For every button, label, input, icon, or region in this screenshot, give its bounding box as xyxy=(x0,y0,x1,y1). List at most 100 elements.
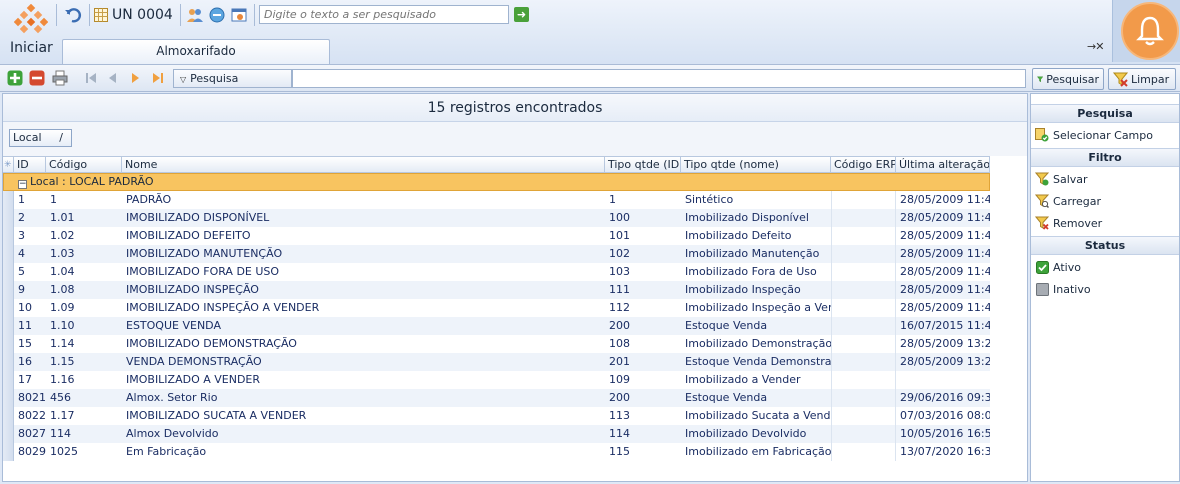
table-row[interactable]: 15 1.14 IMOBILIZADO DEMONSTRAÇÃO 108 Imobili… xyxy=(3,335,990,353)
table-row[interactable]: 8027 114 Almox Devolvido 114 Imobilizado Dev… xyxy=(3,425,990,443)
add-record-icon[interactable] xyxy=(6,70,23,86)
group-by-chip-local[interactable]: Local / xyxy=(9,129,72,147)
cell-tipo-nome: Estoque Venda Demonstração xyxy=(685,355,831,368)
carregar-filter-button[interactable]: Carregar xyxy=(1035,192,1101,210)
grid-corner-icon[interactable]: ✳ xyxy=(3,156,14,173)
sort-indicator: / xyxy=(59,131,63,144)
row-selector[interactable] xyxy=(3,425,14,443)
row-selector[interactable] xyxy=(3,209,14,227)
next-record-icon[interactable] xyxy=(126,70,143,86)
table-row[interactable]: 8021 456 Almox. Setor Rio 200 Estoque Venda 2… xyxy=(3,389,990,407)
cell-nome: Almox Devolvido xyxy=(126,427,219,440)
row-selector[interactable] xyxy=(3,371,14,389)
notification-area xyxy=(1112,0,1180,62)
previous-record-icon[interactable] xyxy=(104,70,121,86)
row-selector[interactable] xyxy=(3,299,14,317)
cell-ultima-alteracao: 28/05/2009 11:45: xyxy=(900,193,990,206)
chevron-down-icon: ▽ xyxy=(180,75,187,84)
status-ativo-option[interactable]: Ativo xyxy=(1035,258,1081,276)
cell-nome: IMOBILIZADO FORA DE USO xyxy=(126,265,280,278)
column-header-id[interactable]: ID xyxy=(14,156,46,173)
pesquisar-button[interactable]: Pesquisar xyxy=(1032,68,1104,90)
group-row-local[interactable]: − Local : LOCAL PADRÃO xyxy=(3,173,990,191)
check-active-icon xyxy=(1035,260,1049,274)
cell-codigo: 1.08 xyxy=(50,283,75,296)
table-row[interactable]: 2 1.01 IMOBILIZADO DISPONÍVEL 100 Imobilizad… xyxy=(3,209,990,227)
column-header-tipo-id[interactable]: Tipo qtde (ID) xyxy=(605,156,681,173)
global-search-input[interactable] xyxy=(259,5,509,24)
cell-id: 10 xyxy=(18,301,32,314)
cell-codigo-erp xyxy=(831,443,896,461)
column-header-tipo-nome[interactable]: Tipo qtde (nome) xyxy=(681,156,831,173)
tab-almoxarifado[interactable]: Almoxarifado xyxy=(62,39,330,64)
cell-tipo-id: 201 xyxy=(609,355,630,368)
table-row[interactable]: 16 1.15 VENDA DEMONSTRAÇÃO 201 Estoque Venda… xyxy=(3,353,990,371)
limpar-button[interactable]: Limpar xyxy=(1108,68,1176,90)
cell-nome: IMOBILIZADO INSPEÇÃO xyxy=(126,283,259,296)
pesquisar-label: Pesquisar xyxy=(1046,72,1099,86)
remover-filter-button[interactable]: Remover xyxy=(1035,214,1102,232)
table-row[interactable]: 11 1.10 ESTOQUE VENDA 200 Estoque Venda 16/07… xyxy=(3,317,990,335)
status-inativo-option[interactable]: Inativo xyxy=(1035,280,1091,298)
table-row[interactable]: 1 1 PADRÃO 1 Sintético 28/05/2009 11:45: xyxy=(3,191,990,209)
cell-id: 9 xyxy=(18,283,25,296)
column-header-nome[interactable]: Nome xyxy=(122,156,605,173)
search-go-arrow-icon[interactable]: ➜ xyxy=(514,7,529,22)
group-by-panel: Local / xyxy=(3,122,1027,156)
row-selector[interactable] xyxy=(3,227,14,245)
search-value-input[interactable] xyxy=(292,69,1026,88)
row-selector[interactable] xyxy=(3,263,14,281)
users-icon[interactable] xyxy=(185,5,205,25)
first-record-icon[interactable] xyxy=(82,70,99,86)
cell-nome: IMOBILIZADO DEMONSTRAÇÃO xyxy=(126,337,297,350)
cell-tipo-id: 114 xyxy=(609,427,630,440)
table-row[interactable]: 17 1.16 IMOBILIZADO A VENDER 109 Imobilizado… xyxy=(3,371,990,389)
cell-codigo: 1.14 xyxy=(50,337,75,350)
column-header-codigo-erp[interactable]: Código ERP xyxy=(831,156,896,173)
row-selector[interactable] xyxy=(3,443,14,461)
top-ribbon: Iniciar UN 0004 ➜ Almoxarifado →✕ xyxy=(0,0,1180,64)
window-settings-icon[interactable] xyxy=(229,5,249,25)
table-row[interactable]: 5 1.04 IMOBILIZADO FORA DE USO 103 Imobiliza… xyxy=(3,263,990,281)
table-row[interactable]: 10 1.09 IMOBILIZADO INSPEÇÃO A VENDER 112 Im… xyxy=(3,299,990,317)
close-tab-icon[interactable]: →✕ xyxy=(1087,40,1104,53)
table-row[interactable]: 4 1.03 IMOBILIZADO MANUTENÇÃO 102 Imobilizad… xyxy=(3,245,990,263)
row-selector[interactable] xyxy=(3,317,14,335)
app-logo-icon[interactable] xyxy=(13,3,49,38)
row-selector[interactable] xyxy=(3,389,14,407)
last-record-icon[interactable] xyxy=(149,70,166,86)
cell-id: 5 xyxy=(18,265,25,278)
row-selector[interactable] xyxy=(3,191,14,209)
row-selector[interactable] xyxy=(3,407,14,425)
cell-tipo-id: 109 xyxy=(609,373,630,386)
cell-id: 16 xyxy=(18,355,32,368)
table-row[interactable]: 8029 1025 Em Fabricação 115 Imobilizado em F… xyxy=(3,443,990,461)
cell-tipo-nome: Imobilizado Fora de Uso xyxy=(685,265,817,278)
cell-codigo: 456 xyxy=(50,391,71,404)
table-row[interactable]: 3 1.02 IMOBILIZADO DEFEITO 101 Imobilizado D… xyxy=(3,227,990,245)
row-selector[interactable] xyxy=(3,353,14,371)
filter-icon xyxy=(1037,76,1044,82)
column-header-ultima-alteracao[interactable]: Última alteração xyxy=(896,156,990,173)
table-row[interactable]: 8022 1.17 IMOBILIZADO SUCATA A VENDER 113 Im… xyxy=(3,407,990,425)
sync-icon[interactable] xyxy=(207,5,227,25)
record-toolbar: ▽ Pesquisa Pesquisar Limpar xyxy=(0,64,1180,92)
salvar-filter-button[interactable]: Salvar xyxy=(1035,170,1088,188)
collapse-icon[interactable]: − xyxy=(18,180,27,189)
remove-filter-icon xyxy=(1035,216,1049,230)
cell-id: 11 xyxy=(18,319,32,332)
iniciar-button[interactable]: Iniciar xyxy=(10,40,53,56)
search-field-dropdown[interactable]: ▽ Pesquisa xyxy=(173,69,292,88)
remove-record-icon[interactable] xyxy=(28,70,45,86)
row-selector[interactable] xyxy=(3,245,14,263)
table-row[interactable]: 9 1.08 IMOBILIZADO INSPEÇÃO 111 Imobilizado … xyxy=(3,281,990,299)
cell-id: 8022 xyxy=(18,409,46,422)
undo-icon[interactable] xyxy=(62,4,86,26)
unit-selector[interactable]: UN 0004 xyxy=(94,4,173,26)
bell-notification-icon[interactable] xyxy=(1121,2,1179,60)
row-selector[interactable] xyxy=(3,281,14,299)
print-icon[interactable] xyxy=(51,70,68,86)
row-selector[interactable] xyxy=(3,335,14,353)
column-header-codigo[interactable]: Código xyxy=(46,156,122,173)
selecionar-campo-button[interactable]: Selecionar Campo xyxy=(1035,126,1153,144)
